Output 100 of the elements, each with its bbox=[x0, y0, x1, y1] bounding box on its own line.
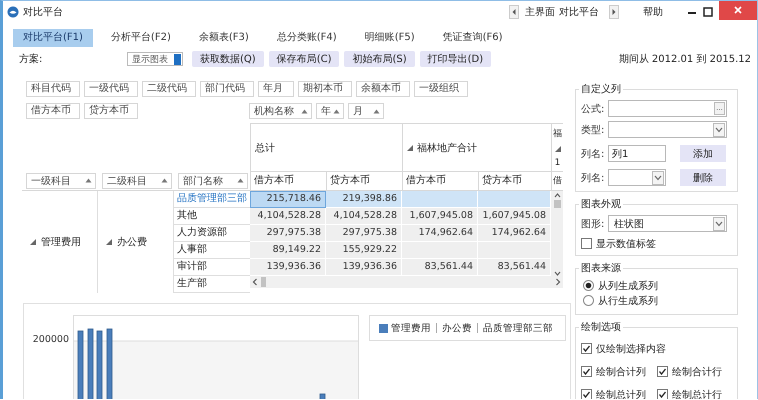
legend-label: 品质管理部三部 bbox=[483, 322, 553, 334]
scheme-label: 方案: bbox=[19, 52, 44, 66]
field-chip[interactable]: 一级代码 bbox=[84, 81, 138, 97]
scroll-left-icon[interactable] bbox=[252, 278, 258, 286]
sort-icon[interactable] bbox=[373, 108, 380, 114]
field-label: 类型: bbox=[581, 124, 606, 136]
radio-button[interactable] bbox=[583, 280, 594, 291]
radio-label: 从行生成系列 bbox=[598, 294, 658, 308]
scroll-thumb[interactable] bbox=[554, 200, 560, 208]
table-cell: 89,149.22 bbox=[250, 242, 326, 259]
table-cell: 4,104,528.28 bbox=[250, 208, 326, 225]
table-cell: 4,104,528.28 bbox=[326, 208, 402, 225]
field-chip[interactable]: 期初本币 bbox=[298, 81, 352, 97]
axis-tick-label: 200000 bbox=[32, 334, 69, 345]
table-cell: 139,936.36 bbox=[326, 259, 402, 276]
field-chip[interactable]: 部门名称 bbox=[178, 172, 248, 188]
window-title: 对比平台 bbox=[23, 6, 63, 19]
tab[interactable]: 对比平台(F1) bbox=[13, 29, 93, 47]
sort-icon[interactable] bbox=[161, 178, 168, 183]
scroll-right-icon[interactable] bbox=[555, 278, 561, 286]
maximize-icon[interactable] bbox=[703, 7, 713, 17]
tab[interactable]: 余额表(F3) bbox=[188, 29, 259, 47]
breadcrumb-item[interactable]: 主界面 bbox=[525, 5, 555, 19]
field-chip[interactable]: 余额本币 bbox=[356, 81, 410, 97]
vertical-scrollbar[interactable] bbox=[551, 191, 563, 276]
checkbox[interactable] bbox=[581, 238, 592, 249]
group-title: 绘制选项 bbox=[580, 320, 622, 334]
expand-icon[interactable] bbox=[30, 239, 36, 245]
table-cell: 174,962.64 bbox=[478, 225, 551, 242]
field-chip[interactable]: 二级科目 bbox=[102, 172, 172, 188]
table-cell: 219,398.86 bbox=[326, 191, 402, 208]
checkbox-label: 绘制合计列 bbox=[596, 366, 646, 378]
delete-button[interactable]: 删除 bbox=[680, 169, 726, 186]
tab[interactable]: 凭证查询(F6) bbox=[432, 29, 513, 47]
field-chip[interactable]: 月 bbox=[348, 103, 384, 119]
column-header: 福 bbox=[553, 128, 562, 140]
close-button[interactable] bbox=[719, 1, 757, 20]
sort-icon[interactable] bbox=[85, 178, 92, 183]
group-title: 自定义列 bbox=[580, 82, 622, 96]
expand-icon[interactable] bbox=[407, 144, 413, 150]
radio-label: 从列生成系列 bbox=[598, 280, 658, 292]
tab[interactable]: 分析平台(F2) bbox=[100, 29, 181, 47]
checkbox[interactable] bbox=[581, 343, 592, 354]
checkbox[interactable] bbox=[657, 389, 668, 399]
checkbox[interactable] bbox=[581, 366, 592, 377]
toolbar-button[interactable]: 保存布局(C) bbox=[268, 51, 340, 67]
legend-swatch-icon bbox=[379, 324, 388, 332]
help-menu[interactable]: 帮助 bbox=[643, 5, 663, 19]
checkbox-label: 绘制合计行 bbox=[672, 366, 722, 378]
scroll-down-icon[interactable] bbox=[554, 271, 560, 276]
breadcrumb-item[interactable]: 对比平台 bbox=[559, 5, 599, 19]
table-cell: 297,975.38 bbox=[250, 225, 326, 242]
table-cell: 1,607,945.08 bbox=[402, 208, 478, 225]
checkbox-label: 仅绘制选择内容 bbox=[596, 342, 666, 356]
field-chip[interactable]: 年月 bbox=[258, 81, 294, 97]
column-name-field[interactable]: 列1 bbox=[608, 145, 666, 162]
field-chip[interactable]: 机构名称 bbox=[249, 103, 312, 119]
field-chip[interactable]: 借方本币 bbox=[26, 103, 80, 119]
column-header[interactable]: 总计 bbox=[250, 123, 402, 171]
legend-label: 管理费用 bbox=[391, 322, 431, 334]
checkbox-label: 绘制总计列 bbox=[596, 388, 646, 399]
horizontal-scrollbar[interactable] bbox=[250, 276, 563, 288]
sort-icon[interactable] bbox=[333, 108, 340, 114]
row-header[interactable]: 办公费 bbox=[106, 235, 147, 249]
field-label: 公式: bbox=[581, 102, 606, 116]
toolbar-button[interactable]: 打印导出(D) bbox=[420, 51, 492, 67]
table-cell: 297,975.38 bbox=[326, 225, 402, 242]
toolbar-button[interactable]: 获取数据(Q) bbox=[192, 51, 264, 67]
table-cell: 139,936.36 bbox=[250, 259, 326, 276]
sort-icon[interactable] bbox=[237, 178, 244, 183]
chart-toggle[interactable]: 显示图表 bbox=[127, 52, 183, 66]
radio-button[interactable] bbox=[583, 295, 594, 306]
period-text: 期间从 2012.01 到 2015.12 bbox=[618, 52, 751, 66]
field-chip[interactable]: 部门代码 bbox=[200, 81, 254, 97]
table-cell: 174,962.64 bbox=[402, 225, 478, 242]
add-button[interactable]: 添加 bbox=[680, 145, 726, 162]
field-chip[interactable]: 科目代码 bbox=[26, 81, 80, 97]
checkbox[interactable] bbox=[581, 389, 592, 399]
checkbox[interactable] bbox=[657, 366, 668, 377]
expand-icon[interactable] bbox=[554, 146, 560, 152]
scroll-thumb[interactable] bbox=[261, 277, 266, 287]
field-label: 图形: bbox=[581, 218, 606, 230]
tab[interactable]: 总分类账(F4) bbox=[266, 29, 347, 47]
column-header[interactable]: 福林地产合计 bbox=[402, 123, 551, 171]
field-chip[interactable]: 二级代码 bbox=[142, 81, 196, 97]
field-chip[interactable]: 一级组织 bbox=[414, 81, 468, 97]
expand-icon[interactable] bbox=[106, 239, 112, 245]
toolbar-button[interactable]: 初始布局(S) bbox=[344, 51, 415, 67]
header-value: 1 bbox=[554, 158, 560, 168]
field-chip[interactable]: 一级科目 bbox=[26, 172, 96, 188]
group-title: 图表来源 bbox=[580, 262, 622, 275]
scroll-up-icon[interactable] bbox=[554, 193, 560, 198]
field-label: 列名: bbox=[581, 148, 606, 160]
tab[interactable]: 明细账(F5) bbox=[354, 29, 425, 47]
sort-icon[interactable] bbox=[301, 108, 308, 114]
field-chip[interactable]: 年 bbox=[316, 103, 344, 119]
chart-type-dropdown[interactable]: 柱状图 bbox=[608, 215, 727, 232]
field-chip[interactable]: 贷方本币 bbox=[84, 103, 138, 119]
row-header[interactable]: 管理费用 bbox=[30, 235, 81, 249]
field-label: 列名: bbox=[581, 172, 606, 184]
